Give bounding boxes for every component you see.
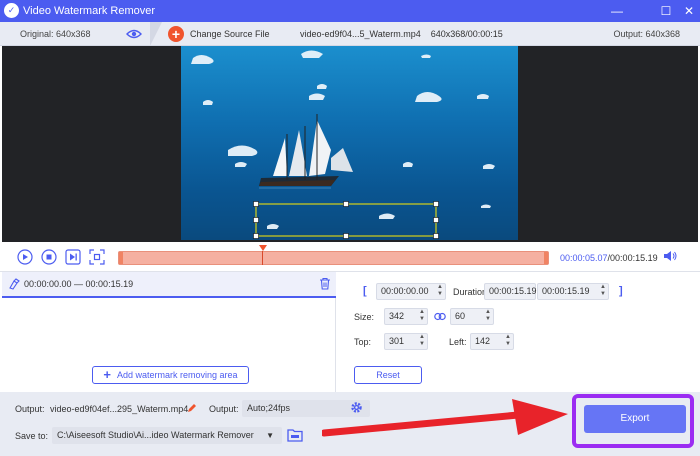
playhead[interactable] [259, 245, 267, 251]
maximize-button[interactable]: ☐ [655, 2, 677, 20]
video-scene [191, 50, 495, 239]
timeline-end-handle[interactable] [544, 252, 548, 264]
change-source-button[interactable]: Change Source File [190, 29, 270, 39]
left-field[interactable]: 142 ▲ ▼ [470, 333, 514, 350]
set-end-button[interactable]: ] [619, 285, 623, 297]
red-arrow-annotation [322, 399, 568, 437]
end-time-value: 00:00:15.19 [542, 286, 590, 296]
top-field[interactable]: 301 ▲ ▼ [384, 333, 428, 350]
window-title: Video Watermark Remover [23, 5, 156, 17]
width-value: 342 [389, 311, 405, 321]
minimize-button[interactable]: — [606, 2, 628, 20]
output-filename: video-ed9f04ef...295_Waterm.mp4 [50, 404, 189, 414]
eye-icon[interactable] [126, 29, 142, 39]
total-time: /00:00:15.19 [607, 253, 658, 263]
file-info: video-ed9f04...5_Waterm.mp4 640x368/00:0… [300, 29, 503, 39]
add-area-label: Add watermark removing area [117, 370, 238, 380]
start-time-field[interactable]: 00:00:00.00 ▲ ▼ [376, 283, 446, 300]
export-button[interactable]: Export [584, 405, 686, 433]
watermark-selection-box[interactable] [255, 203, 437, 237]
height-field[interactable]: 60 ▲ ▼ [450, 308, 494, 325]
output-resolution: Output: 640x368 [613, 29, 680, 39]
reset-button[interactable]: Reset [354, 366, 422, 384]
removal-area-list: 00:00:00.00 — 00:00:15.19 + Add watermark… [2, 272, 336, 392]
current-time: 00:00:05.07 [560, 253, 608, 263]
save-to-label: Save to: [15, 431, 49, 441]
area-parameters: [ 00:00:00.00 ▲ ▼ Duration: 00:00:15.19 00… [337, 272, 700, 392]
add-watermark-area-button[interactable]: + Add watermark removing area [92, 366, 249, 384]
list-item[interactable]: 00:00:00.00 — 00:00:15.19 [2, 272, 336, 298]
left-value: 142 [475, 336, 491, 346]
output-label: Output: [15, 404, 45, 414]
save-path-dropdown[interactable]: C:\Aiseesoft Studio\Ai...ideo Watermark … [52, 427, 282, 444]
plus-icon: + [103, 367, 112, 382]
left-label: Left: [449, 337, 467, 347]
output-format-value: Auto;24fps [247, 403, 291, 413]
stepper-icon[interactable]: ▲ ▼ [483, 309, 493, 324]
stepper-icon[interactable]: ▲ ▼ [417, 309, 427, 324]
area-time-range: 00:00:00.00 — 00:00:15.19 [24, 279, 134, 289]
width-field[interactable]: 342 ▲ ▼ [384, 308, 428, 325]
stop-icon[interactable] [41, 249, 57, 265]
timeline-start-handle[interactable] [119, 252, 123, 264]
trash-icon[interactable] [319, 277, 331, 290]
top-value: 301 [389, 336, 405, 346]
crop-frame-icon[interactable] [89, 249, 105, 265]
top-label: Top: [354, 337, 372, 347]
set-start-button[interactable]: [ [363, 285, 367, 297]
duration-field[interactable]: 00:00:15.19 [484, 283, 537, 300]
start-time-value: 00:00:00.00 [381, 286, 429, 296]
duration-value: 00:00:15.19 [489, 286, 537, 296]
format-label: Output: [209, 404, 239, 414]
stepper-icon[interactable]: ▲ ▼ [417, 334, 427, 349]
video-frame[interactable] [181, 46, 518, 240]
end-time-field[interactable]: 00:00:15.19 ▲ ▼ [537, 283, 609, 300]
source-info-bar: Original: 640x368 + Change Source File v… [0, 22, 700, 46]
divider [150, 22, 162, 46]
app-logo-icon: ✓ [4, 3, 19, 18]
chevron-down-icon[interactable]: ▼ [266, 427, 274, 444]
playhead-line [262, 251, 263, 265]
size-label: Size: [354, 312, 375, 322]
height-value: 60 [455, 311, 466, 321]
timeline-track[interactable] [118, 251, 549, 265]
stepper-icon[interactable]: ▲ ▼ [503, 334, 513, 349]
brush-icon [9, 278, 20, 290]
volume-icon[interactable] [663, 250, 677, 262]
add-icon[interactable]: + [168, 26, 184, 42]
stepper-icon[interactable]: ▲ ▼ [598, 284, 608, 299]
close-button[interactable]: ✕ [678, 2, 700, 20]
edit-icon[interactable] [187, 403, 197, 413]
time-display: 00:00:05.07/00:00:15.19 [560, 253, 658, 263]
original-resolution: Original: 640x368 [20, 29, 91, 39]
title-bar: ✓ Video Watermark Remover — ☐ ✕ [0, 0, 700, 22]
play-icon[interactable] [17, 249, 33, 265]
folder-icon[interactable] [287, 428, 303, 442]
save-path-value: C:\Aiseesoft Studio\Ai...ideo Watermark … [57, 430, 254, 440]
stepper-icon[interactable]: ▲ ▼ [435, 284, 445, 299]
next-frame-icon[interactable] [65, 249, 81, 265]
link-icon[interactable] [434, 312, 446, 321]
